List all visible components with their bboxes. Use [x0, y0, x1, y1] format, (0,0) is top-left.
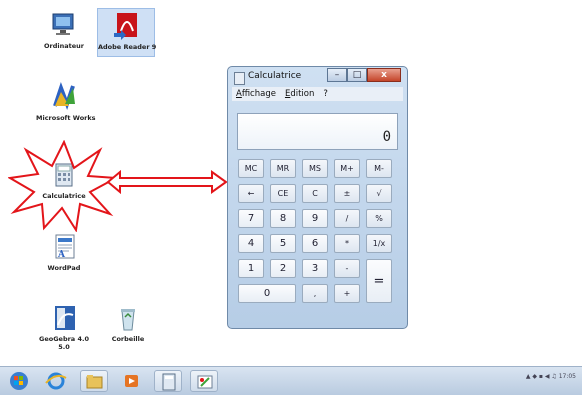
m-plus-button[interactable]: M+: [334, 159, 360, 178]
svg-text:A: A: [57, 250, 66, 260]
taskbar-internet-explorer[interactable]: [42, 370, 70, 392]
title-bar[interactable]: Calculatrice – □ x: [228, 67, 407, 87]
ce-button[interactable]: CE: [270, 184, 296, 203]
desktop-icon-label: Corbeille: [111, 335, 145, 343]
mr-button[interactable]: MR: [270, 159, 296, 178]
plus-minus-button[interactable]: ±: [334, 184, 360, 203]
desktop-icon-adobe-reader[interactable]: Adobe Reader 9: [97, 8, 157, 57]
works-icon: [49, 82, 79, 112]
digit-6-button[interactable]: 6: [302, 234, 328, 253]
taskbar: ▲ ◆ ▪ ◀ ♫ 17:05: [0, 366, 582, 395]
digit-7-button[interactable]: 7: [238, 209, 264, 228]
display-value: 0: [382, 129, 391, 145]
calculator-icon: [162, 373, 176, 391]
computer-icon: [49, 10, 79, 40]
geogebra-icon: [49, 303, 79, 333]
desktop-icon-label: Adobe Reader 9: [98, 43, 157, 51]
desktop-icon-recycle-bin[interactable]: Corbeille: [100, 303, 156, 343]
digit-5-button[interactable]: 5: [270, 234, 296, 253]
calculator-display: 0: [237, 113, 398, 150]
digit-3-button[interactable]: 3: [302, 259, 328, 278]
taskbar-calculator[interactable]: [154, 370, 182, 392]
media-player-icon: [125, 375, 138, 387]
desktop-icon-label: Ordinateur: [44, 42, 84, 50]
desktop-icon-label: Microsoft Works: [36, 114, 96, 122]
calculator-app-icon: [234, 72, 245, 85]
desktop-icon-label-line2: 5.0: [58, 343, 70, 351]
wordpad-icon: A: [49, 232, 79, 262]
digit-4-button[interactable]: 4: [238, 234, 264, 253]
backspace-button[interactable]: ←: [238, 184, 264, 203]
c-button[interactable]: C: [302, 184, 328, 203]
tray-icons[interactable]: ▲ ◆ ▪ ◀ ♫: [526, 373, 559, 380]
taskbar-media-player[interactable]: [118, 370, 146, 392]
red-double-arrow: [106, 170, 228, 194]
calculator-window: Calculatrice – □ x Affichage Edition ? 0…: [227, 66, 408, 329]
percent-button[interactable]: %: [366, 209, 392, 228]
m-minus-button[interactable]: M-: [366, 159, 392, 178]
folder-icon: [86, 375, 103, 389]
adobe-reader-icon: [111, 11, 141, 41]
menu-edition[interactable]: Edition: [285, 89, 314, 99]
mc-button[interactable]: MC: [238, 159, 264, 178]
desktop-icon-wordpad[interactable]: A WordPad: [36, 232, 92, 272]
ms-button[interactable]: MS: [302, 159, 328, 178]
desktop-icon-label: WordPad: [47, 264, 81, 272]
reciprocal-button[interactable]: 1/x: [366, 234, 392, 253]
paint-icon: [197, 375, 213, 389]
minimize-button[interactable]: –: [327, 68, 347, 82]
sqrt-button[interactable]: √: [366, 184, 392, 203]
multiply-button[interactable]: *: [334, 234, 360, 253]
taskbar-explorer[interactable]: [80, 370, 108, 392]
subtract-button[interactable]: -: [334, 259, 360, 278]
digit-0-button[interactable]: 0: [238, 284, 296, 303]
desktop-icon-geogebra[interactable]: GeoGebra 4.0 5.0: [36, 303, 92, 351]
internet-explorer-icon: [45, 372, 67, 390]
equals-button[interactable]: =: [366, 259, 392, 303]
red-starburst-highlight: [8, 140, 120, 232]
desktop-icon-computer[interactable]: Ordinateur: [36, 10, 92, 50]
desktop-icon-label: GeoGebra 4.0: [39, 335, 89, 343]
menu-affichage[interactable]: Affichage: [236, 89, 276, 99]
digit-2-button[interactable]: 2: [270, 259, 296, 278]
keypad: MC MR MS M+ M- ← CE C ± √ 7 8 9 / % 4 5 …: [238, 159, 400, 319]
maximize-button[interactable]: □: [347, 68, 367, 82]
system-tray: ▲ ◆ ▪ ◀ ♫ 17:05: [526, 373, 576, 380]
windows-orb-icon: [10, 372, 28, 390]
decimal-button[interactable]: ,: [302, 284, 328, 303]
digit-8-button[interactable]: 8: [270, 209, 296, 228]
window-title: Calculatrice: [248, 71, 302, 81]
close-button[interactable]: x: [367, 68, 401, 82]
window-controls: – □ x: [327, 68, 401, 82]
menu-bar: Affichage Edition ?: [232, 87, 403, 101]
digit-1-button[interactable]: 1: [238, 259, 264, 278]
tray-clock[interactable]: 17:05: [559, 373, 576, 380]
menu-help[interactable]: ?: [323, 89, 328, 99]
desktop-icon-works[interactable]: Microsoft Works: [36, 82, 96, 122]
start-button[interactable]: [6, 370, 34, 392]
taskbar-paint[interactable]: [190, 370, 218, 392]
digit-9-button[interactable]: 9: [302, 209, 328, 228]
divide-button[interactable]: /: [334, 209, 360, 228]
add-button[interactable]: +: [334, 284, 360, 303]
recycle-bin-icon: [113, 303, 143, 333]
